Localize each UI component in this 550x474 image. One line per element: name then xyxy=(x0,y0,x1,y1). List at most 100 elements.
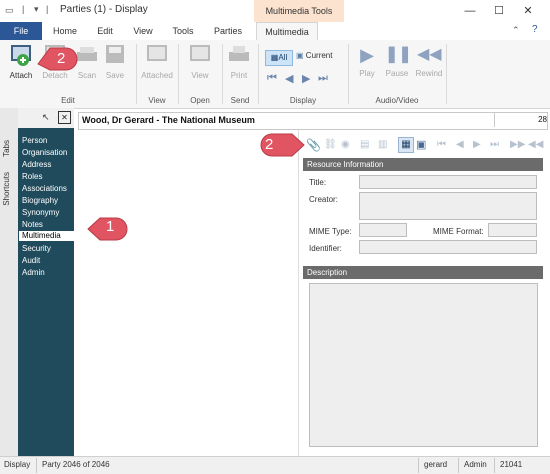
status-user: gerard xyxy=(424,460,448,469)
nav-toolstrip: ↖ ✕ xyxy=(18,108,74,129)
previous-image-icon[interactable]: ◀ xyxy=(456,139,464,150)
nav-item-associations[interactable]: Associations xyxy=(22,184,67,194)
tab-tools[interactable]: Tools xyxy=(166,22,200,40)
close-button[interactable]: ✕ xyxy=(513,2,543,20)
title-field[interactable] xyxy=(359,175,537,189)
side-tab-shortcuts[interactable]: Shortcuts xyxy=(2,172,11,206)
rewind-button[interactable]: ◀◀ Rewind xyxy=(412,44,446,78)
nav-item-biography[interactable]: Biography xyxy=(22,196,58,206)
nav-item-organisation[interactable]: Organisation xyxy=(22,148,67,158)
group-label-audio-video: Audio/Video xyxy=(375,96,419,105)
minimize-button[interactable]: — xyxy=(455,2,485,20)
maximize-button[interactable]: ☐ xyxy=(484,2,514,20)
all-button[interactable]: ▦All xyxy=(265,50,293,66)
creator-field[interactable] xyxy=(359,192,537,220)
group-label-view: View xyxy=(148,96,166,105)
group-label-send: Send xyxy=(230,96,250,105)
tab-edit[interactable]: Edit xyxy=(90,22,120,40)
single-image-icon[interactable]: ▣ xyxy=(416,138,426,151)
nav-item-security[interactable]: Security xyxy=(22,244,51,254)
description-field[interactable] xyxy=(309,283,538,447)
attach-label: Attach xyxy=(9,71,33,80)
last-image-icon[interactable]: ⏭ xyxy=(490,139,499,150)
group-separator xyxy=(446,44,447,104)
play-image-icon[interactable]: ▶▶ xyxy=(510,139,525,150)
collapse-ribbon-icon[interactable]: ⌃ xyxy=(512,25,520,36)
pause-label: Pause xyxy=(385,69,409,78)
attached-button[interactable]: Attached xyxy=(140,44,174,80)
multimedia-list-pane[interactable] xyxy=(78,130,299,456)
nav-item-notes[interactable]: Notes xyxy=(22,220,43,230)
nav-item-audit[interactable]: Audit xyxy=(22,256,40,266)
pause-button[interactable]: ❚❚ Pause xyxy=(380,44,414,78)
next-image-icon[interactable]: ▶ xyxy=(473,139,481,150)
first-record-icon[interactable]: ⏮ xyxy=(267,72,277,85)
attach-button[interactable]: Attach xyxy=(4,44,38,80)
nav-item-person[interactable]: Person xyxy=(22,136,47,146)
save-image-icon[interactable]: ▥ xyxy=(378,139,387,150)
rewind-label: Rewind xyxy=(415,69,443,78)
pointer-icon[interactable]: ↖ xyxy=(42,112,50,123)
tab-multimedia[interactable]: Multimedia xyxy=(256,22,318,42)
nav-item-address[interactable]: Address xyxy=(22,160,51,170)
group-label-open: Open xyxy=(190,96,210,105)
mime-type-field[interactable] xyxy=(359,223,407,237)
save-button[interactable]: Save xyxy=(98,44,132,80)
tab-file[interactable]: File xyxy=(0,22,42,40)
next-record-icon[interactable]: ▶ xyxy=(302,72,310,85)
current-button[interactable]: ▣ Current xyxy=(296,51,332,60)
print-label: Print xyxy=(230,71,248,80)
status-count: 21041 xyxy=(500,460,523,469)
group-separator xyxy=(348,44,349,104)
rewind-icon: ◀◀ xyxy=(417,46,442,63)
pin-icon[interactable]: ✕ xyxy=(58,111,71,124)
detach-link-icon[interactable]: ⛓ xyxy=(324,139,337,150)
edit-image-icon[interactable]: ▤ xyxy=(360,139,369,150)
previous-record-icon[interactable]: ◀ xyxy=(285,72,293,85)
attach-icon xyxy=(11,45,31,66)
view-label: View xyxy=(191,71,209,80)
thumbnail-grid-icon[interactable]: ▦ xyxy=(398,137,414,153)
title-label: Title: xyxy=(309,178,327,187)
rewind-image-icon[interactable]: ◀◀ xyxy=(528,139,543,150)
play-button[interactable]: ▶ Play xyxy=(350,44,384,78)
side-tab-tabs[interactable]: Tabs xyxy=(2,140,11,157)
save-label: Save xyxy=(105,71,125,80)
view-button[interactable]: View xyxy=(183,44,217,80)
nav-item-multimedia[interactable]: Multimedia xyxy=(19,231,75,241)
tab-parties[interactable]: Parties xyxy=(208,22,248,40)
status-role: Admin xyxy=(464,460,487,469)
mime-format-label: MIME Format: xyxy=(433,227,484,236)
mime-format-field[interactable] xyxy=(488,223,537,237)
attached-label: Attached xyxy=(141,71,173,80)
callout-one-number: 1 xyxy=(106,218,115,235)
last-record-icon[interactable]: ⏭ xyxy=(318,72,328,85)
customize-quick-access-icon[interactable]: ▾ xyxy=(34,4,39,15)
paperclip-attach-icon[interactable]: 📎 xyxy=(306,138,321,152)
tab-view[interactable]: View xyxy=(128,22,158,40)
creator-label: Creator: xyxy=(309,195,338,204)
status-separator xyxy=(494,458,495,473)
help-icon[interactable]: ? xyxy=(532,24,538,35)
quick-access-icon[interactable]: ▭ xyxy=(5,5,17,17)
first-image-icon[interactable]: ⏮ xyxy=(437,139,446,150)
identifier-field[interactable] xyxy=(359,240,537,254)
eye-icon[interactable]: ◉ xyxy=(341,139,350,150)
nav-item-synonymy[interactable]: Synonymy xyxy=(22,208,59,218)
tab-home[interactable]: Home xyxy=(48,22,82,40)
print-button[interactable]: Print xyxy=(222,44,256,80)
separator-pipe: | xyxy=(46,4,49,14)
record-title: Wood, Dr Gerard - The National Museum xyxy=(82,115,255,125)
callout-two-ribbon-number: 2 xyxy=(57,50,66,67)
play-icon: ▶ xyxy=(360,45,374,65)
status-bar: Display Party 2046 of 2046 gerard Admin … xyxy=(0,456,550,474)
nav-item-roles[interactable]: Roles xyxy=(22,172,42,182)
resource-info-header: Resource Information xyxy=(303,158,543,171)
description-header: Description xyxy=(303,266,543,279)
pause-icon: ❚❚ xyxy=(385,46,412,63)
ribbon: Attach Detach Scan Save Edit Attached Vi… xyxy=(0,40,550,109)
callout-two-toolbar-number: 2 xyxy=(265,136,274,153)
nav-item-admin[interactable]: Admin xyxy=(22,268,45,278)
printer-icon xyxy=(229,46,249,61)
play-label: Play xyxy=(359,69,375,78)
